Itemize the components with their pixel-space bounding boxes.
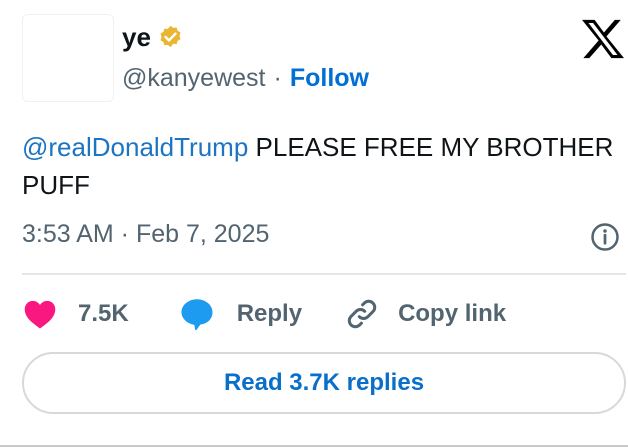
timestamp-row[interactable]: 3:53 AM · Feb 7, 2025	[22, 220, 269, 249]
like-count: 7.5K	[78, 300, 129, 327]
reply-button[interactable]: Reply	[179, 297, 302, 331]
author-handle[interactable]: @kanyewest	[122, 64, 266, 93]
separator-dot: ·	[273, 64, 282, 92]
tweet-date: Feb 7, 2025	[135, 220, 270, 248]
divider	[22, 273, 626, 275]
reply-bubble-icon	[181, 299, 213, 331]
x-logo-icon[interactable]	[580, 18, 626, 60]
timestamp-separator: ·	[113, 220, 136, 248]
tweet-text: @realDonaldTrump PLEASE FREE MY BROTHER …	[22, 128, 622, 204]
action-bar: 7.5K Reply Copy link	[22, 292, 506, 336]
follow-link[interactable]: Follow	[290, 64, 369, 93]
verified-badge-icon	[160, 25, 181, 48]
read-replies-button[interactable]: Read 3.7K replies	[22, 352, 626, 414]
author-name-row: ye	[122, 22, 184, 53]
copy-link-button[interactable]: Copy link	[344, 296, 506, 332]
handle-row: @kanyewest · Follow	[122, 64, 369, 93]
avatar[interactable]	[22, 14, 114, 102]
author-name[interactable]: ye	[122, 22, 151, 53]
mention-link[interactable]: @realDonaldTrump	[22, 132, 248, 162]
tweet-time: 3:53 AM	[22, 220, 114, 248]
tweet-card: ye @kanyewest · Follow @realDonaldTrump …	[0, 0, 628, 447]
copy-link-label: Copy link	[398, 300, 507, 327]
reply-label: Reply	[236, 300, 303, 327]
link-icon	[347, 299, 377, 329]
heart-icon	[24, 300, 56, 329]
info-icon[interactable]	[590, 222, 620, 252]
like-button[interactable]: 7.5K	[22, 298, 129, 330]
